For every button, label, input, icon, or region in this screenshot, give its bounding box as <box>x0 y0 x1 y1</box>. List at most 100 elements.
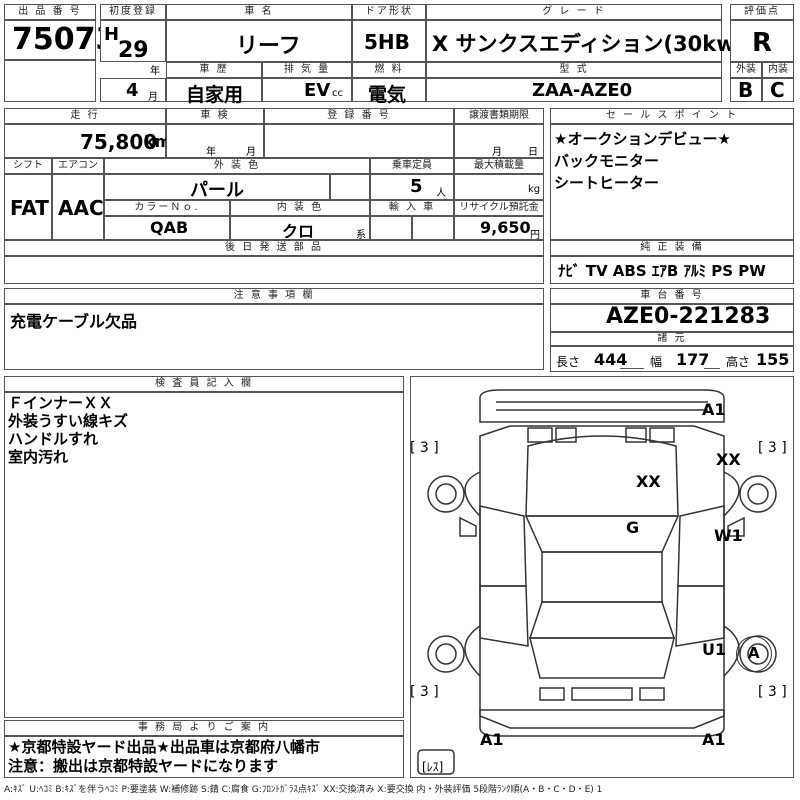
recycle-value: 9,650 <box>480 218 531 237</box>
interior-color-header: 内 装 色 <box>230 200 370 216</box>
exterior-score-value: B <box>738 78 754 102</box>
tire-rr-tread: [ 3 ] <box>758 684 787 700</box>
inspection-year-unit: 年 <box>206 147 216 158</box>
mark-rear-bumper-left: A1 <box>480 730 504 749</box>
office-header: 事 務 局 よ り ご 案 内 <box>4 720 404 736</box>
door-value: 5HB <box>364 30 410 54</box>
max-load-header: 最大積載量 <box>454 158 544 174</box>
mark-windshield: G <box>626 518 640 537</box>
reg-year-value: 29 <box>118 38 149 63</box>
oem-equipment-header: 純 正 装 備 <box>550 240 794 256</box>
transfer-month-unit: 月 <box>492 147 502 158</box>
fuel-header: 燃 料 <box>352 62 426 78</box>
length-label: 長さ <box>556 355 581 369</box>
shift-header: シフト <box>4 158 52 174</box>
car-diagram <box>417 389 777 775</box>
chassis-no-header: 車 台 番 号 <box>550 288 794 304</box>
interior-score-value: C <box>770 78 785 102</box>
import-cell-b <box>412 216 454 240</box>
mileage-header: 走 行 <box>4 108 166 124</box>
color-no-header: カラーＮｏ. <box>104 200 230 216</box>
transfer-docs-header: 譲渡書類期限 <box>454 108 544 124</box>
office-line: 注意：搬出は京都特設ヤードになります <box>8 757 279 775</box>
sales-points-list: ★オークションデビュー★ バックモニター シートヒーター <box>554 128 731 194</box>
inspector-line: 室内汚れ <box>8 448 69 466</box>
import-cell-a <box>370 216 412 240</box>
sales-point-item: バックモニター <box>554 152 660 170</box>
exterior-color-value: パール <box>190 180 244 201</box>
reg-month-value: 4 <box>126 80 139 101</box>
exterior-color-extra-cell <box>330 174 370 200</box>
later-parts-cell <box>4 256 544 284</box>
displacement-value: EV <box>304 80 331 101</box>
legend-text: A:ｷｽﾞ U:ﾍｺﾐ B:ｷｽﾞを伴うﾍｺﾐ P:要塗装 W:補修跡 S:錆 … <box>4 785 603 795</box>
exterior-color-header: 外 装 色 <box>104 158 370 174</box>
lot-no-lower-cell <box>4 60 96 102</box>
history-header: 車 歴 <box>166 62 262 78</box>
mark-right-rear-door: U1 <box>702 640 727 659</box>
sales-point-item: ★オークションデビュー★ <box>554 130 731 148</box>
history-value: 自家用 <box>186 84 244 106</box>
aircon-header: エアコン <box>52 158 104 174</box>
sales-points-header: セ ー ル ス ポ イ ン ト <box>550 108 794 124</box>
tire-rl-tread: [ 3 ] <box>410 684 439 700</box>
chassis-no-value: AZE0-221283 <box>606 304 771 329</box>
eval-score-header: 評価点 <box>730 4 794 20</box>
interior-color-value: クロ <box>282 222 315 241</box>
reg-no-header: 登 録 番 号 <box>264 108 454 124</box>
aircon-value: AAC <box>58 196 104 220</box>
interior-header: 内装 <box>762 62 794 78</box>
capacity-header: 乗車定員 <box>370 158 454 174</box>
width-label: 幅 <box>650 355 663 369</box>
sales-point-item: シートヒーター <box>554 174 660 192</box>
door-header: ドア形状 <box>352 4 426 20</box>
model-type-header: 型 式 <box>426 62 722 78</box>
tire-fl-tread: [ 3 ] <box>410 440 439 456</box>
width-value: 177 <box>676 350 710 369</box>
color-no-value: QAB <box>150 218 189 237</box>
inspector-line: ＦインナーＸＸ <box>8 394 114 412</box>
height-value: 155 <box>756 350 790 369</box>
eval-score-value: R <box>752 28 773 58</box>
exterior-header: 外装 <box>730 62 762 78</box>
mark-front-bumper: A1 <box>702 400 726 419</box>
later-parts-header: 後 日 発 送 部 品 <box>4 240 544 256</box>
transfer-day-unit: 日 <box>528 147 538 158</box>
spare-tire: [ﾚｽ] <box>422 760 444 774</box>
notes-header: 注 意 事 項 欄 <box>4 288 544 304</box>
mark-hood: XX <box>636 472 661 491</box>
inspector-notes: ＦインナーＸＸ 外装うすい線キズ ハンドルすれ 室内汚れ <box>8 394 128 466</box>
inspector-line: 外装うすい線キズ <box>8 412 129 430</box>
inspection-header: 車 検 <box>166 108 264 124</box>
reg-no-cell <box>264 124 454 158</box>
notes-value: 充電ケーブル欠品 <box>10 312 138 331</box>
persons-unit: 人 <box>436 188 446 199</box>
recycle-header: リサイクル預託金 <box>454 200 544 216</box>
specs-header: 諸 元 <box>550 332 794 346</box>
kg-unit: kg <box>528 184 541 195</box>
model-type-value: ZAA-AZE0 <box>532 80 633 101</box>
office-notes: ★京都特設ヤード出品★出品車は京都府八幡市 注意：搬出は京都特設ヤードになります <box>8 738 320 776</box>
length-value: 444 <box>594 350 628 369</box>
mark-right-front-fender: XX <box>716 450 741 469</box>
height-label: 高さ <box>726 355 751 369</box>
month-unit: 月 <box>148 92 158 103</box>
mark-right-rear-wheel: A <box>748 644 760 662</box>
era-value: H <box>104 24 120 45</box>
tire-fr-tread: [ 3 ] <box>758 440 787 456</box>
oem-equipment-value: ﾅﾋﾞ TV ABS ｴｱB ｱﾙﾐ PS PW <box>558 262 766 280</box>
kei-unit: 系 <box>356 230 366 241</box>
year-unit: 年 <box>150 66 160 77</box>
capacity-value: 5 <box>410 176 423 197</box>
inspection-month-unit: 月 <box>246 147 256 158</box>
inspector-header: 検 査 員 記 入 欄 <box>4 376 404 392</box>
first-reg-header: 初度登録 <box>100 4 166 20</box>
mark-right-front-door: W1 <box>714 526 743 545</box>
grade-value: X サンクスエディション(30kwh) <box>432 32 761 56</box>
mark-rear-bumper-right: A1 <box>702 730 726 749</box>
office-line: ★京都特設ヤード出品★出品車は京都府八幡市 <box>8 738 320 756</box>
car-name-value: リーフ <box>236 34 301 59</box>
inspector-line: ハンドルすれ <box>8 430 99 448</box>
cc-unit: cc <box>332 88 343 99</box>
yen-unit: 円 <box>530 230 540 241</box>
